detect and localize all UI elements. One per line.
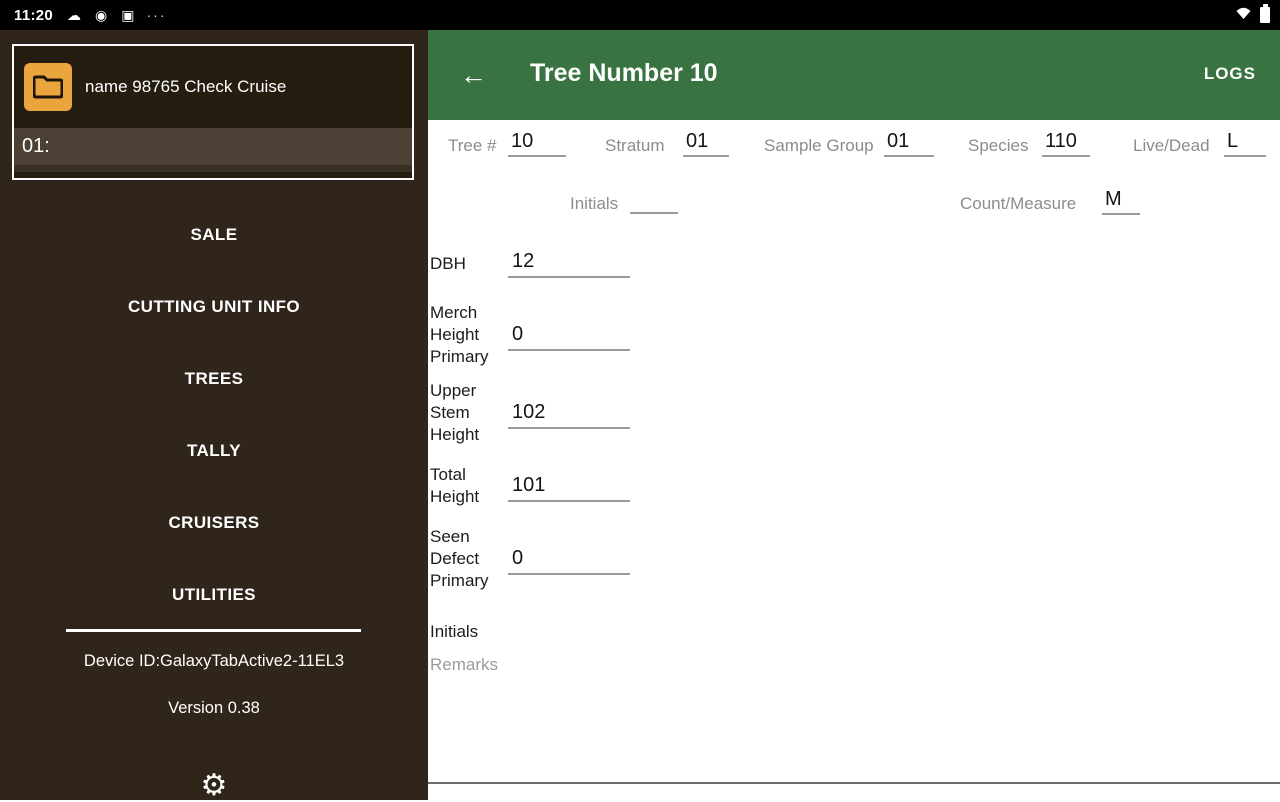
- battery-icon: [1260, 7, 1270, 23]
- sidebar-item-trees[interactable]: TREES: [0, 369, 428, 389]
- cutting-unit-spinner[interactable]: 01:: [14, 128, 412, 172]
- sale-header: name 98765 Check Cruise: [14, 46, 412, 128]
- seen-defect-primary-field[interactable]: 0: [508, 547, 630, 575]
- sale-selector-box: name 98765 Check Cruise 01:: [12, 44, 414, 180]
- stratum-label: Stratum: [605, 136, 665, 156]
- logs-button[interactable]: LOGS: [1204, 64, 1256, 84]
- species-field[interactable]: 110: [1042, 130, 1090, 157]
- species-label: Species: [968, 136, 1028, 156]
- merch-height-primary-field[interactable]: 0: [508, 323, 630, 351]
- upper-stem-height-label: Upper Stem Height: [430, 380, 510, 446]
- sidebar-item-tally[interactable]: TALLY: [0, 441, 428, 461]
- seen-defect-primary-label: Seen Defect Primary: [430, 526, 510, 592]
- live-dead-label: Live/Dead: [1133, 136, 1210, 156]
- page-title: Tree Number 10: [530, 59, 718, 88]
- sidebar-item-sale[interactable]: SALE: [0, 225, 428, 245]
- cutting-unit-selected: 01:: [22, 135, 50, 158]
- upper-stem-height-field[interactable]: 102: [508, 401, 630, 429]
- bottom-divider: [428, 782, 1280, 784]
- initials-section-label: Initials: [430, 622, 478, 642]
- tree-number-field[interactable]: 10: [508, 130, 566, 157]
- status-bar: 11:20 ☁ ◉ ▣ ···: [0, 0, 1280, 30]
- app-bar: ← Tree Number 10 LOGS: [428, 30, 1280, 120]
- sidebar-item-cruisers[interactable]: CRUISERS: [0, 513, 428, 533]
- dbh-field[interactable]: 12: [508, 250, 630, 278]
- initials-field[interactable]: [630, 188, 678, 214]
- live-dead-field[interactable]: L: [1224, 130, 1266, 157]
- back-arrow-icon[interactable]: ←: [460, 58, 487, 92]
- sample-group-label: Sample Group: [764, 136, 874, 156]
- main-content: ← Tree Number 10 LOGS Tree # 10 Stratum …: [428, 30, 1280, 800]
- gallery-icon: ▣: [121, 0, 134, 30]
- cloud-icon: ☁: [67, 0, 81, 30]
- count-measure-field[interactable]: M: [1102, 188, 1140, 215]
- total-height-field[interactable]: 101: [508, 474, 630, 502]
- sidebar-item-cutting-unit-info[interactable]: CUTTING UNIT INFO: [0, 297, 428, 317]
- sale-name: name 98765 Check Cruise: [85, 77, 286, 97]
- stratum-field[interactable]: 01: [683, 130, 729, 157]
- merch-height-primary-label: Merch Height Primary: [430, 302, 510, 368]
- sidebar-divider: [66, 629, 361, 632]
- device-id: Device ID:GalaxyTabActive2-11EL3: [0, 652, 428, 671]
- folder-icon: [24, 63, 72, 111]
- dbh-label: DBH: [430, 253, 510, 275]
- count-measure-label: Count/Measure: [960, 194, 1076, 214]
- settings-button[interactable]: ⚙: [0, 770, 428, 802]
- app-version: Version 0.38: [0, 699, 428, 718]
- remarks-field[interactable]: Remarks: [430, 655, 498, 675]
- initials-label: Initials: [570, 194, 618, 214]
- sample-group-field[interactable]: 01: [884, 130, 934, 157]
- gear-icon: ⚙: [201, 769, 228, 802]
- clock: 11:20: [14, 7, 53, 24]
- total-height-label: Total Height: [430, 464, 510, 508]
- wifi-icon: [1235, 6, 1252, 24]
- disc-icon: ◉: [95, 0, 107, 30]
- more-notifications-icon: ···: [147, 7, 167, 23]
- tree-number-label: Tree #: [448, 136, 497, 156]
- sidebar: name 98765 Check Cruise 01: SALE CUTTING…: [0, 30, 428, 800]
- sidebar-item-utilities[interactable]: UTILITIES: [0, 585, 428, 605]
